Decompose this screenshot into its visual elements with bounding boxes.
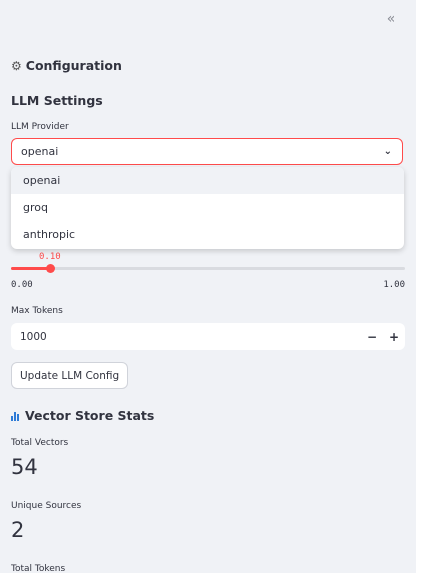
llm-provider-dropdown: openai groq anthropic [11, 167, 404, 249]
configuration-title: Configuration [25, 58, 122, 73]
update-llm-config-button[interactable]: Update LLM Config [11, 362, 129, 389]
llm-provider-label: LLM Provider [11, 122, 69, 132]
max-tokens-stepper: 1000 − + [11, 323, 405, 350]
chevron-down-icon: ⌄ [383, 146, 392, 157]
vector-store-stats-header: Vector Store Stats [11, 408, 154, 423]
decrement-button[interactable]: − [361, 323, 383, 350]
dropdown-option-groq[interactable]: groq [11, 194, 404, 221]
metric-label: Unique Sources [11, 501, 82, 511]
bar-chart-icon [11, 411, 21, 421]
max-tokens-input[interactable]: 1000 [11, 331, 361, 343]
llm-provider-selected-value: openai [21, 145, 59, 158]
metric-value: 2 [11, 518, 25, 542]
dropdown-option-anthropic[interactable]: anthropic [11, 221, 404, 248]
llm-provider-select[interactable]: openai ⌄ [11, 138, 403, 165]
sidebar: « ⚙ Configuration LLM Settings LLM Provi… [0, 0, 416, 573]
metric-value: 54 [11, 455, 38, 479]
temperature-slider-fill [11, 267, 51, 270]
llm-settings-title: LLM Settings [11, 93, 103, 108]
vector-store-stats-title: Vector Store Stats [25, 408, 155, 423]
collapse-sidebar-icon[interactable]: « [380, 9, 402, 29]
increment-button[interactable]: + [383, 323, 405, 350]
metric-label: Total Vectors [11, 438, 69, 448]
temperature-slider-value: 0.10 [39, 252, 61, 262]
configuration-header: ⚙ Configuration [11, 58, 122, 73]
metric-label: Total Tokens [11, 564, 66, 573]
dropdown-option-openai[interactable]: openai [11, 167, 404, 194]
temperature-slider-thumb[interactable] [45, 264, 55, 273]
temperature-slider[interactable] [11, 264, 405, 273]
gear-icon: ⚙ [11, 58, 22, 73]
temperature-slider-min: 0.00 [11, 280, 33, 290]
max-tokens-label: Max Tokens [11, 306, 63, 316]
temperature-slider-max: 1.00 [383, 280, 405, 290]
